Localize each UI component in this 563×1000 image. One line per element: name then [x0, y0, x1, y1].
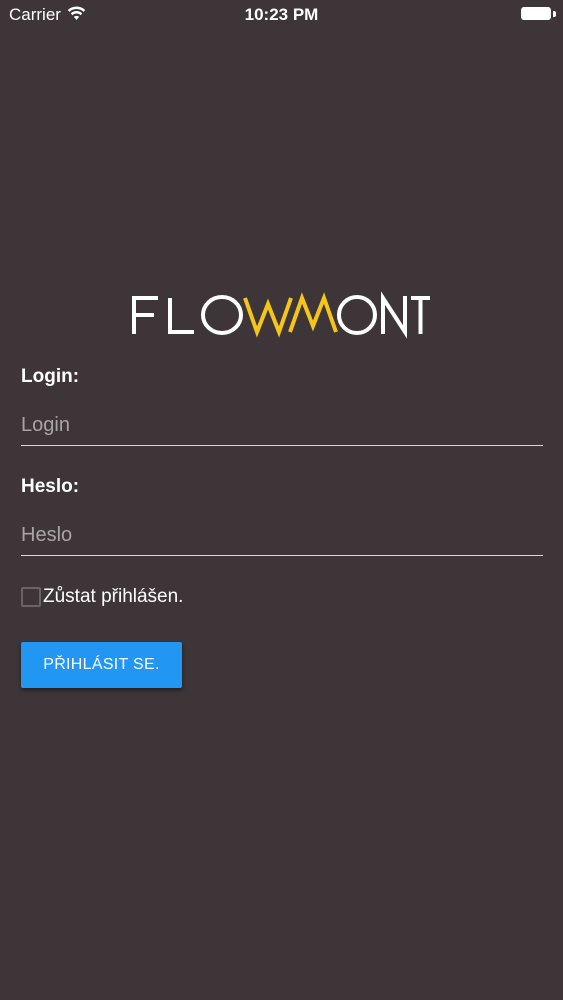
- remember-me-row[interactable]: Zůstat přihlášen.: [21, 584, 183, 610]
- login-input[interactable]: [21, 405, 543, 446]
- password-input[interactable]: [21, 515, 543, 556]
- clock: 10:23 PM: [244, 5, 319, 24]
- login-label: Login:: [21, 366, 80, 387]
- status-bar: Carrier 10:23 PM: [0, 0, 563, 30]
- remember-me-checkbox[interactable]: [21, 587, 41, 607]
- flowmont-logo: [132, 291, 430, 339]
- battery-tip: [553, 11, 556, 17]
- login-button[interactable]: PŘIHLÁSIT SE.: [21, 642, 182, 688]
- password-label: Heslo:: [21, 476, 80, 497]
- battery-full-icon: [521, 7, 551, 20]
- remember-me-label[interactable]: Zůstat přihlášen.: [43, 586, 183, 608]
